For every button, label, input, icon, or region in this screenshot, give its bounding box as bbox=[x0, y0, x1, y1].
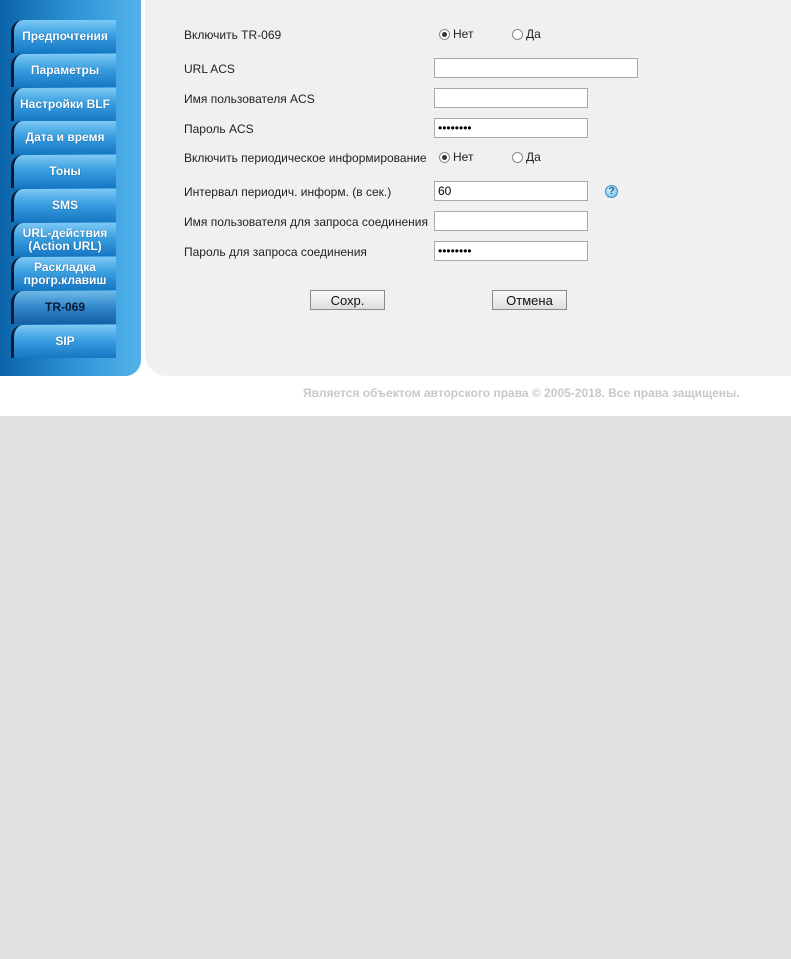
help-icon[interactable]: ? bbox=[605, 185, 618, 198]
copyright-text: Является объектом авторского права © 200… bbox=[303, 386, 740, 400]
sidebar-item-label: Дата и время bbox=[25, 130, 105, 144]
inform-interval-label: Интервал периодич. информ. (в сек.) bbox=[184, 185, 392, 199]
conn-request-password-label: Пароль для запроса соединения bbox=[184, 245, 367, 259]
radio-checked-icon bbox=[439, 151, 450, 163]
sidebar-item-label: Предпочтения bbox=[22, 29, 108, 43]
sidebar-item-label: TR-069 bbox=[44, 300, 85, 314]
periodic-inform-yes-radio[interactable]: Да bbox=[512, 150, 541, 164]
sidebar-item-action-url[interactable]: URL-действия (Action URL) bbox=[11, 223, 116, 256]
sidebar-item-label: Настройки BLF bbox=[20, 97, 110, 111]
acs-username-label: Имя пользователя ACS bbox=[184, 92, 315, 106]
sidebar-item-parameters[interactable]: Параметры bbox=[11, 54, 116, 87]
enable-tr069-no-radio[interactable]: Нет bbox=[439, 27, 473, 41]
conn-request-username-label: Имя пользователя для запроса соединения bbox=[184, 215, 428, 229]
sidebar-item-label: Тоны bbox=[49, 164, 81, 178]
cancel-button[interactable]: Отмена bbox=[492, 290, 567, 310]
conn-request-username-input[interactable] bbox=[434, 211, 588, 231]
sidebar-item-label: SMS bbox=[51, 198, 78, 212]
radio-unchecked-icon bbox=[512, 28, 523, 40]
acs-password-label: Пароль ACS bbox=[184, 122, 254, 136]
sidebar-item-label: URL-действия (Action URL) bbox=[22, 225, 108, 253]
acs-username-input[interactable] bbox=[434, 88, 588, 108]
sidebar-item-label: Параметры bbox=[30, 63, 100, 77]
sidebar-item-label: SIP bbox=[55, 334, 75, 348]
sidebar-item-softkey-layout[interactable]: Раскладка прогр.клавиш bbox=[11, 257, 116, 290]
save-button[interactable]: Сохр. bbox=[310, 290, 385, 310]
sidebar-item-blf-settings[interactable]: Настройки BLF bbox=[11, 88, 116, 121]
sidebar-item-sip[interactable]: SIP bbox=[11, 325, 116, 358]
sidebar-item-preferences[interactable]: Предпочтения bbox=[11, 20, 116, 53]
sidebar-item-label: Раскладка прогр.клавиш bbox=[23, 259, 107, 287]
periodic-inform-no-radio[interactable]: Нет bbox=[439, 150, 473, 164]
radio-checked-icon bbox=[439, 28, 450, 40]
sidebar-item-date-time[interactable]: Дата и время bbox=[11, 121, 116, 154]
radio-label: Да bbox=[526, 150, 541, 164]
inform-interval-input[interactable] bbox=[434, 181, 588, 201]
sidebar-item-tones[interactable]: Тоны bbox=[11, 155, 116, 188]
radio-unchecked-icon bbox=[512, 151, 523, 163]
enable-tr069-yes-radio[interactable]: Да bbox=[512, 27, 541, 41]
sidebar-item-tr069[interactable]: TR-069 bbox=[11, 291, 116, 324]
conn-request-password-input[interactable] bbox=[434, 241, 588, 261]
page-top-area: Предпочтения Параметры Настройки BLF Дат… bbox=[0, 0, 791, 416]
radio-label: Нет bbox=[453, 27, 474, 41]
acs-password-input[interactable] bbox=[434, 118, 588, 138]
periodic-inform-label: Включить периодическое информирование bbox=[184, 151, 427, 165]
enable-tr069-label: Включить TR-069 bbox=[184, 28, 282, 42]
sidebar-item-sms[interactable]: SMS bbox=[11, 189, 116, 222]
radio-label: Нет bbox=[453, 150, 474, 164]
acs-url-label: URL ACS bbox=[184, 62, 235, 76]
radio-label: Да bbox=[526, 27, 541, 41]
acs-url-input[interactable] bbox=[434, 58, 638, 78]
